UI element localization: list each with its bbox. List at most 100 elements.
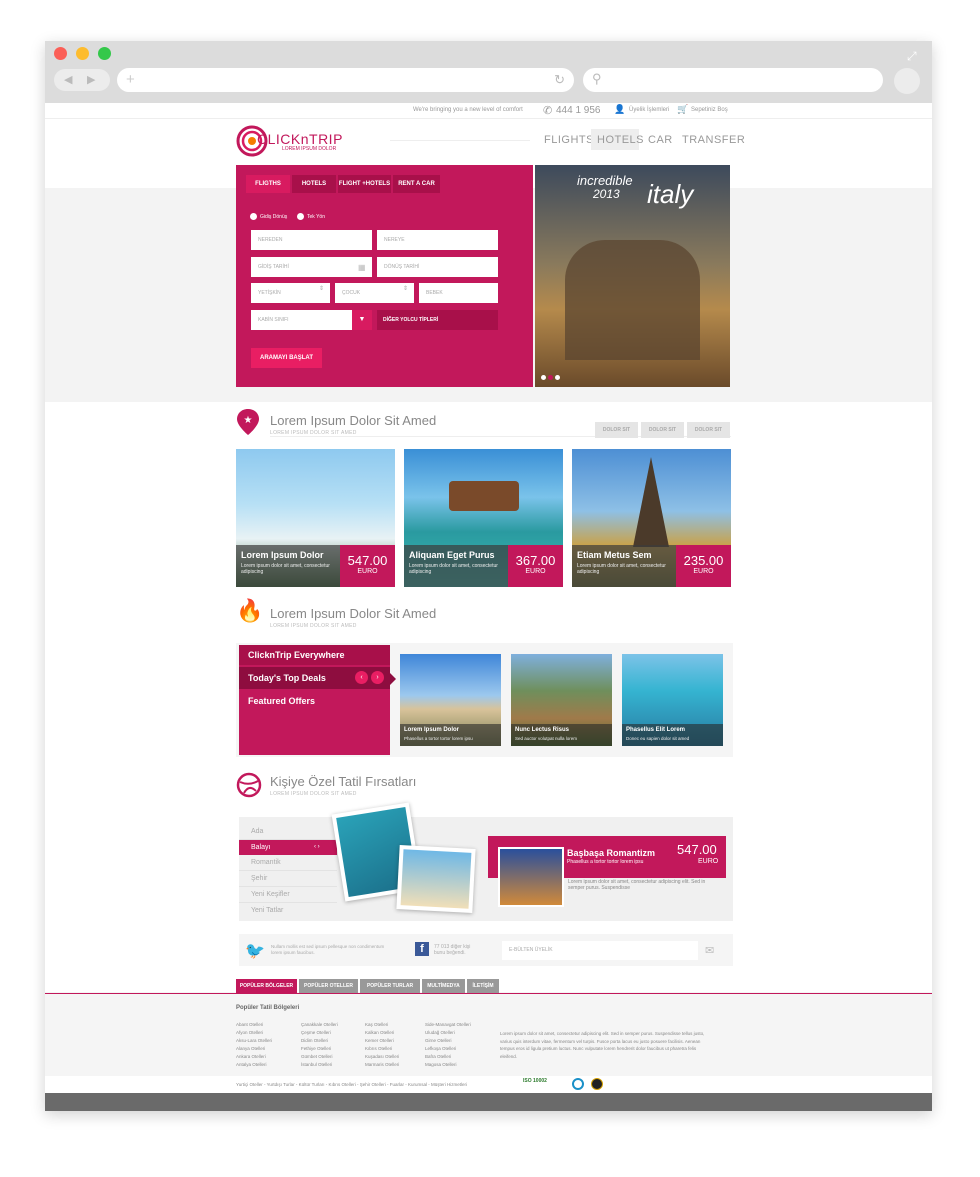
- slide-dot-3[interactable]: [555, 375, 560, 380]
- polaroid-photo-2[interactable]: [396, 845, 476, 913]
- footer-link[interactable]: Marmaris Otelleri: [365, 1061, 399, 1069]
- romance-offer-image[interactable]: [498, 847, 564, 907]
- next-arrow-icon[interactable]: ›: [371, 671, 384, 684]
- nav-car[interactable]: CAR: [648, 134, 673, 146]
- url-bar[interactable]: + ↻: [117, 68, 574, 92]
- footer-dark-bar: [45, 1093, 932, 1111]
- tab-flights[interactable]: FLIGTHS: [246, 175, 290, 193]
- footer-link[interactable]: Uludağ Otelleri: [425, 1029, 471, 1037]
- footer-link[interactable]: Kemer Otelleri: [365, 1037, 399, 1045]
- footer-tab-media[interactable]: MULTİMEDYA: [422, 979, 465, 993]
- holiday-type-item-active[interactable]: Balayı ‹ ›: [239, 840, 337, 855]
- offer-thumb[interactable]: Nunc Lectus Risus Sed auctor volutpat nu…: [511, 654, 612, 746]
- footer-link[interactable]: Antalya Otelleri: [236, 1061, 272, 1069]
- filter-pill-2[interactable]: DOLOR SIT: [641, 422, 684, 438]
- footer-link[interactable]: Alanya Otelleri: [236, 1045, 272, 1053]
- new-tab-icon[interactable]: +: [126, 71, 135, 88]
- menu-everywhere[interactable]: ClicknTrip Everywhere: [248, 650, 345, 660]
- holiday-type-item[interactable]: Yeni Tatlar: [239, 903, 337, 918]
- footer-link[interactable]: Bafra Otelleri: [425, 1053, 471, 1061]
- holiday-type-item[interactable]: Ada: [239, 824, 337, 840]
- footer-link[interactable]: Kuşadası Otelleri: [365, 1053, 399, 1061]
- minimize-dot[interactable]: [76, 47, 89, 60]
- footer-link[interactable]: Abant Otelleri: [236, 1021, 272, 1029]
- footer-link[interactable]: Lefkoşa Otelleri: [425, 1045, 471, 1053]
- footer-about-text: Lorem ipsum dolor sit amet, consectetur …: [500, 1031, 705, 1059]
- footer-bottom-links[interactable]: Yurtiçi Oteller - Yurtdışı Turlar - Kült…: [236, 1082, 467, 1087]
- footer-tab-hotels[interactable]: POPÜLER OTELLER: [299, 979, 358, 993]
- menu-top-deals[interactable]: Today's Top Deals: [248, 673, 326, 683]
- tab-rent-car[interactable]: RENT A CAR: [393, 175, 440, 193]
- holiday-type-item[interactable]: Şehir: [239, 871, 337, 887]
- fullscreen-icon[interactable]: ⤢: [907, 49, 917, 64]
- twitter-icon[interactable]: 🐦: [245, 941, 265, 961]
- footer-link[interactable]: Kıbrıs Otelleri: [365, 1045, 399, 1053]
- footer-tab-contact[interactable]: İLETİŞİM: [467, 979, 499, 993]
- envelope-icon[interactable]: ✉: [705, 944, 714, 957]
- cart-link[interactable]: Sepetiniz Boş: [691, 107, 728, 113]
- menu-featured[interactable]: Featured Offers: [248, 696, 315, 706]
- footer-link[interactable]: Afyon Otelleri: [236, 1029, 272, 1037]
- footer-link[interactable]: Ankara Otelleri: [236, 1053, 272, 1061]
- filter-pill-3[interactable]: DOLOR SIT: [687, 422, 730, 438]
- footer-link[interactable]: Çeşme Otelleri: [301, 1029, 338, 1037]
- chevron-down-icon[interactable]: ▼: [352, 310, 372, 330]
- footer-link[interactable]: Aksu-Lara Otelleri: [236, 1037, 272, 1045]
- forward-icon[interactable]: ▶: [87, 73, 95, 86]
- footer-link[interactable]: Kalkan Otelleri: [365, 1029, 399, 1037]
- footer-link[interactable]: Kaş Otelleri: [365, 1021, 399, 1029]
- to-field[interactable]: NEREYE: [377, 230, 498, 250]
- offer-thumb[interactable]: Phasellus Elit Lorem Donec eu sapien dol…: [622, 654, 723, 746]
- holiday-type-item[interactable]: Romantik: [239, 855, 337, 871]
- footer-link[interactable]: Girne Otelleri: [425, 1037, 471, 1045]
- facebook-icon[interactable]: f: [415, 942, 429, 956]
- return-date-field[interactable]: DÖNÜŞ TARİHİ: [377, 257, 498, 277]
- footer-tab-regions[interactable]: POPÜLER BÖLGELER: [236, 979, 297, 993]
- cabin-class-select[interactable]: KABİN SINIFI: [251, 310, 352, 330]
- back-icon[interactable]: ◀: [64, 73, 72, 86]
- nav-hotels[interactable]: HOTELS: [597, 134, 644, 146]
- nav-flights[interactable]: FLIGHTS: [544, 134, 594, 146]
- depart-date-field[interactable]: GİDİŞ TARİHİ: [251, 257, 372, 277]
- radio-one-way[interactable]: [297, 213, 304, 220]
- deal-card[interactable]: Lorem Ipsum Dolor Lorem ipsum dolor sit …: [236, 449, 395, 587]
- deal-title: Lorem Ipsum Dolor: [241, 550, 324, 560]
- footer-link[interactable]: Gümbet Otelleri: [301, 1053, 338, 1061]
- filter-pill-1[interactable]: DOLOR SIT: [595, 422, 638, 438]
- footer-link[interactable]: Didim Otelleri: [301, 1037, 338, 1045]
- deal-card[interactable]: Aliquam Eget Purus Lorem ipsum dolor sit…: [404, 449, 563, 587]
- calendar-icon[interactable]: ▦: [358, 263, 366, 272]
- close-dot[interactable]: [54, 47, 67, 60]
- footer-link[interactable]: Side-Manavgat Otelleri: [425, 1021, 471, 1029]
- holiday-type-item[interactable]: Yeni Keşifler: [239, 887, 337, 903]
- deal-card[interactable]: Etiam Metus Sem Lorem ipsum dolor sit am…: [572, 449, 731, 587]
- search-submit-button[interactable]: ARAMAYI BAŞLAT: [251, 348, 322, 368]
- maximize-dot[interactable]: [98, 47, 111, 60]
- baby-field[interactable]: BEBEK: [419, 283, 498, 303]
- footer-link[interactable]: Magosa Otelleri: [425, 1061, 471, 1069]
- footer-bottom: [45, 1076, 932, 1093]
- hero-image-colosseum[interactable]: incredible 2013 italy: [535, 165, 730, 387]
- browser-search[interactable]: ⚲: [583, 68, 883, 92]
- member-link[interactable]: Üyelik İşlemleri: [629, 107, 669, 113]
- newsletter-input[interactable]: E-BÜLTEN ÜYELİK: [502, 941, 698, 960]
- slide-dot-2[interactable]: [548, 375, 553, 380]
- from-field[interactable]: NEREDEN: [251, 230, 372, 250]
- prev-arrow-icon[interactable]: ‹: [355, 671, 368, 684]
- tab-hotels[interactable]: HOTELS: [292, 175, 336, 193]
- tab-flight-hotels[interactable]: FLIGHT +HOTELS: [338, 175, 391, 193]
- reload-icon[interactable]: ↻: [554, 72, 565, 88]
- footer-link[interactable]: Çanakkale Otelleri: [301, 1021, 338, 1029]
- offer-thumb[interactable]: Lorem Ipsum Dolor Phasellus a tortor tor…: [400, 654, 501, 746]
- slide-dot-1[interactable]: [541, 375, 546, 380]
- adult-stepper-icon[interactable]: ⇕: [319, 285, 324, 292]
- radio-round-trip[interactable]: [250, 213, 257, 220]
- nav-transfer[interactable]: TRANSFER: [682, 134, 745, 146]
- footer-tab-tours[interactable]: POPÜLER TURLAR: [360, 979, 420, 993]
- child-stepper-icon[interactable]: ⇕: [403, 285, 408, 292]
- logo-text[interactable]: CLICKnTRIP: [257, 131, 343, 147]
- footer-link[interactable]: İstanbul Otelleri: [301, 1061, 338, 1069]
- other-passenger-button[interactable]: DİĞER YOLCU TİPLERİ: [377, 310, 498, 330]
- footer-link[interactable]: Fethiye Otelleri: [301, 1045, 338, 1053]
- profile-button[interactable]: [894, 68, 920, 94]
